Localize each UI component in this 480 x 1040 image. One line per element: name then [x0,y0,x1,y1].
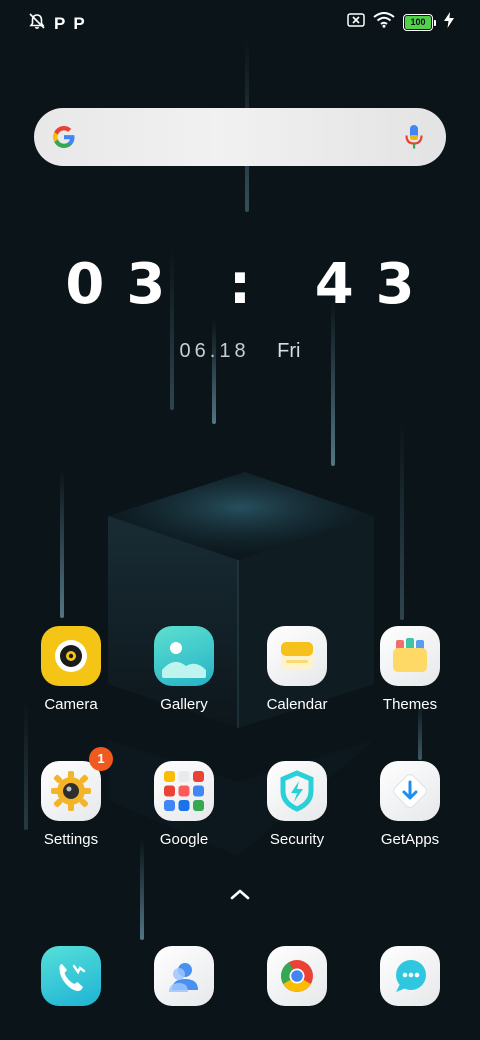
clock-time[interactable]: 03 : 43 [0,252,480,317]
calendar-icon [267,626,327,686]
parking-icon: P [73,13,85,33]
dock-chrome[interactable] [241,946,353,1006]
app-drawer-chevron-up-icon[interactable] [228,886,252,907]
chrome-icon [267,946,327,1006]
app-label: GetApps [380,831,440,848]
app-label: Settings [43,831,99,848]
camera-icon [41,626,101,686]
themes-icon [380,626,440,686]
wifi-icon [373,12,395,33]
app-label: Security [269,831,325,848]
app-label: Calendar [266,696,328,713]
contacts-icon [154,946,214,1006]
status-bar: P P 100 [0,0,480,44]
charging-icon [444,12,454,33]
phone-icon [41,946,101,1006]
date-text: 06.18 [179,340,250,362]
app-label: Camera [44,696,98,713]
messages-icon [380,946,440,1006]
clock-date[interactable]: 06.18 Fri [0,340,480,363]
app-camera[interactable]: Camera [15,626,127,713]
dock-messages[interactable] [354,946,466,1006]
dock-phone[interactable] [15,946,127,1006]
parking-icon: P [54,13,66,33]
google-icon [50,123,78,156]
battery-level: 100 [405,16,431,29]
app-label: Themes [382,696,438,713]
gallery-icon [154,626,214,686]
getapps-icon [380,761,440,821]
app-settings[interactable]: 1 Settings [15,747,127,848]
alarm-off-icon [28,12,46,35]
sim-x-icon [347,13,365,32]
security-icon [267,761,327,821]
app-getapps[interactable]: GetApps [354,761,466,848]
app-label: Google [159,831,209,848]
battery-icon: 100 [403,14,436,31]
day-text: Fri [277,340,301,362]
app-label: Gallery [160,696,208,713]
app-google-folder[interactable]: Google [128,761,240,848]
app-calendar[interactable]: Calendar [241,626,353,713]
settings-icon: 1 [41,747,113,821]
microphone-icon[interactable] [404,123,424,156]
google-search-bar[interactable] [34,108,446,166]
google-folder-icon [154,761,214,821]
app-security[interactable]: Security [241,761,353,848]
app-themes[interactable]: Themes [354,626,466,713]
app-gallery[interactable]: Gallery [128,626,240,713]
notification-badge: 1 [89,747,113,771]
dock-contacts[interactable] [128,946,240,1006]
